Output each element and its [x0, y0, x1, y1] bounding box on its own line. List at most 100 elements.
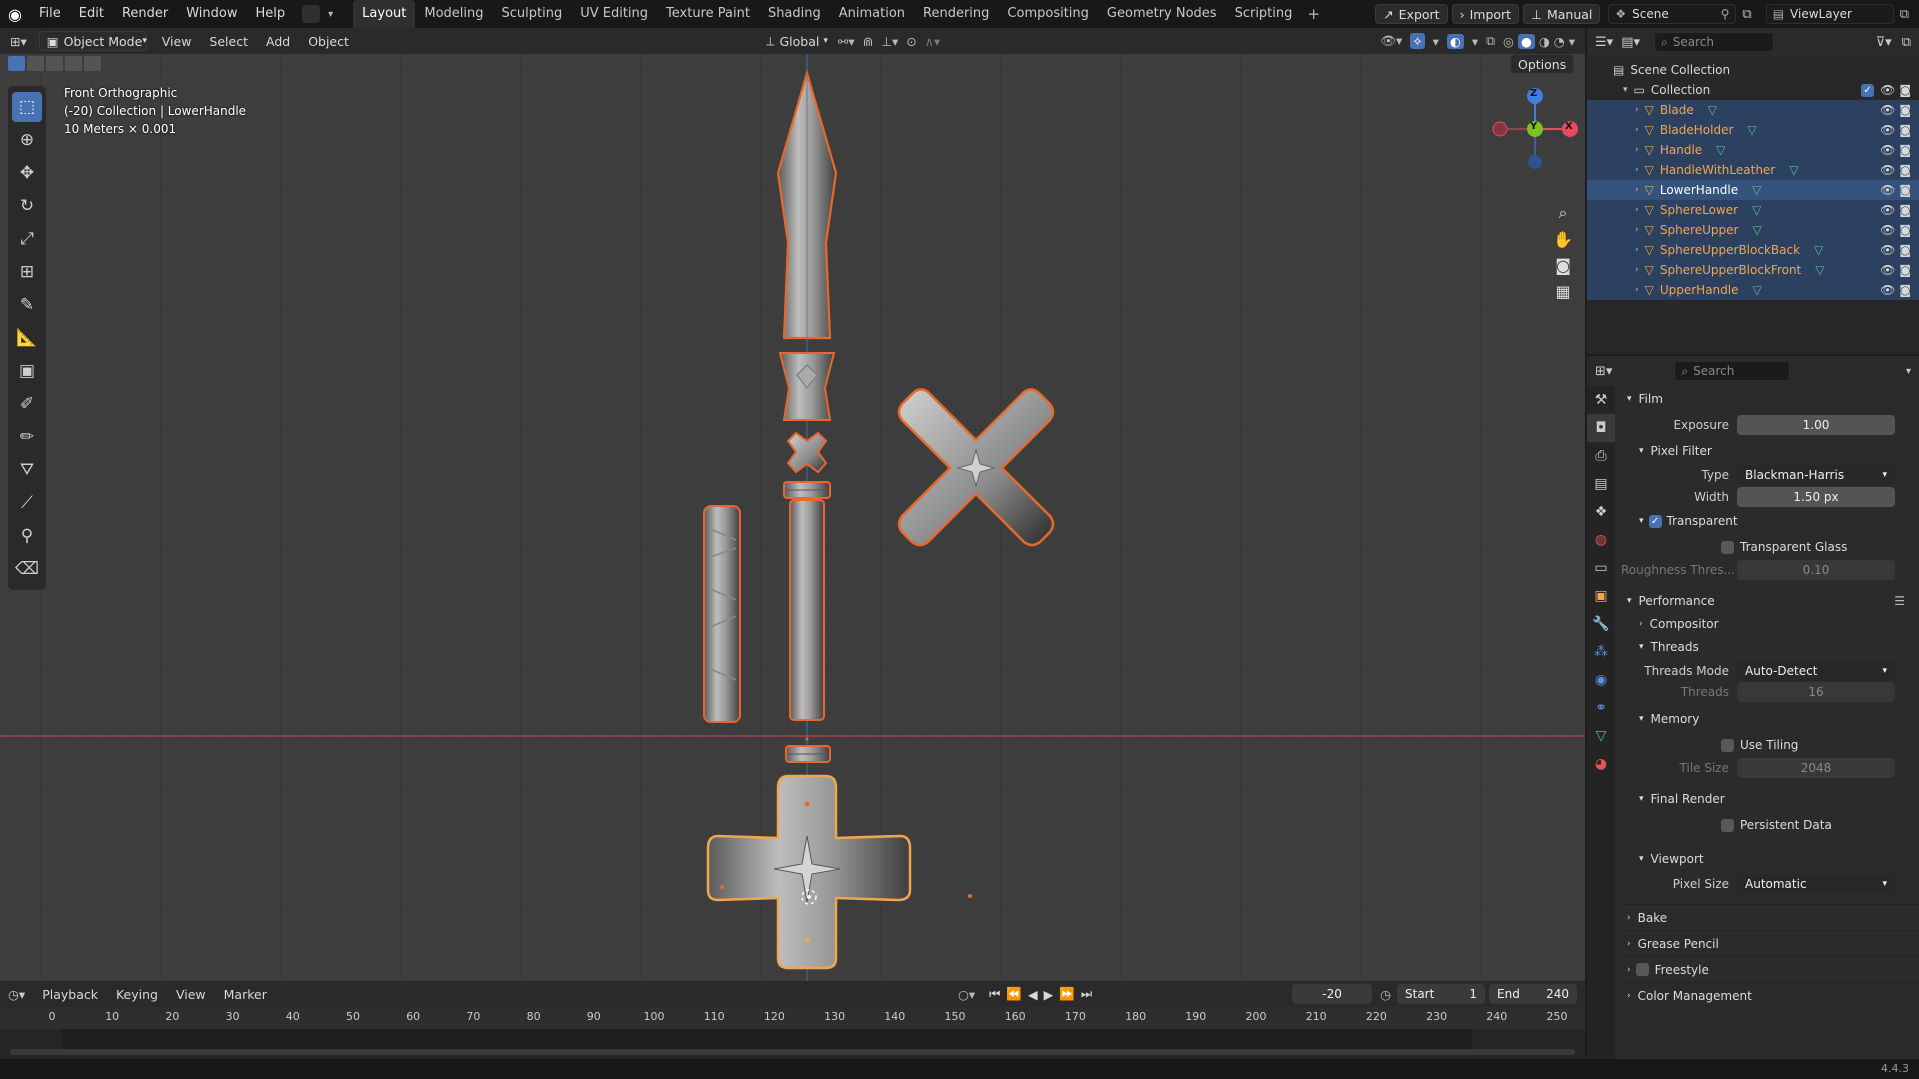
mesh-data-icon[interactable]: ▽ — [1814, 243, 1880, 257]
exposure-field[interactable]: 1.00 — [1737, 415, 1895, 435]
tab-geometry-nodes[interactable]: Geometry Nodes — [1098, 0, 1226, 28]
line-tool[interactable]: ⟋ — [12, 488, 42, 518]
tab-scripting[interactable]: Scripting — [1226, 0, 1302, 28]
outliner-object-label[interactable]: Blade — [1660, 103, 1694, 117]
expand-chevron-icon[interactable]: › — [1635, 285, 1639, 295]
outliner-object-label[interactable]: HandleWithLeather — [1660, 163, 1775, 177]
outliner-object-label[interactable]: SphereUpperBlockFront — [1660, 263, 1801, 277]
physics-tab-icon[interactable]: ◉ — [1587, 666, 1615, 694]
expand-chevron-icon[interactable]: ▾ — [1623, 85, 1628, 95]
expand-chevron-icon[interactable]: › — [1635, 165, 1639, 175]
eyedropper-tool[interactable]: ⚲ — [12, 521, 42, 551]
play-reverse-icon[interactable]: ◀ — [1028, 987, 1038, 1002]
menu-file[interactable]: File — [30, 0, 70, 28]
export-button[interactable]: ↗ Export — [1375, 4, 1448, 24]
outliner-object-label[interactable]: UpperHandle — [1660, 283, 1739, 297]
transparent-checkbox[interactable]: ✓ — [1648, 514, 1662, 528]
outliner-object-label[interactable]: LowerHandle — [1660, 183, 1738, 197]
overlay-menu-icon[interactable]: ▾ — [1472, 34, 1478, 49]
properties-search[interactable]: ⌕ Search — [1674, 361, 1791, 381]
expand-chevron-icon[interactable]: › — [1635, 185, 1639, 195]
measure-tool[interactable]: 📐 — [12, 323, 42, 353]
collection-include-checkbox[interactable]: ✓ — [1861, 83, 1875, 97]
xray-icon[interactable]: ⧉ — [1486, 33, 1495, 49]
snap-target-icon[interactable]: ⊥▾ — [881, 34, 898, 49]
viewport-menu-select[interactable]: Select — [200, 34, 257, 49]
grease-pencil-section[interactable]: › Grease Pencil — [1621, 930, 1919, 956]
viewport-section[interactable]: ▾ Viewport — [1621, 846, 1919, 872]
output-tab-icon[interactable]: ⎙ — [1587, 442, 1615, 470]
brush-tool[interactable]: ✏ — [12, 422, 42, 452]
transparent-glass-checkbox[interactable] — [1721, 540, 1734, 554]
solid-shading-icon[interactable]: ● — [1517, 33, 1535, 49]
jump-key-forward-icon[interactable]: ⏩ — [1059, 986, 1075, 1002]
pixel-filter-section[interactable]: ▾ Pixel Filter — [1621, 438, 1919, 464]
editor-type-icon[interactable]: ⊞▾ — [10, 34, 27, 49]
select-subtract-icon[interactable] — [46, 56, 63, 71]
tile-size-field[interactable]: 2048 — [1737, 758, 1895, 778]
scene-collection-row[interactable]: ▤ Scene Collection — [1587, 60, 1919, 80]
mode-selector[interactable]: ▣ Object Mode ▾ — [38, 31, 147, 51]
scale-tool[interactable]: ⤢ — [12, 224, 42, 254]
outliner-editor-icon[interactable]: ☰▾ — [1595, 35, 1613, 50]
pivot-icon[interactable]: ⚯▾ — [838, 34, 855, 49]
jump-key-back-icon[interactable]: ⏪ — [1006, 986, 1022, 1002]
select-intersect-icon[interactable] — [84, 56, 101, 71]
eye-icon[interactable]: 👁 — [1880, 163, 1895, 177]
expand-chevron-icon[interactable]: › — [1635, 225, 1639, 235]
color-management-section[interactable]: › Color Management — [1621, 982, 1919, 1008]
gizmo-toggle-icon[interactable]: ⟡ — [1410, 33, 1425, 49]
memory-section[interactable]: ▾ Memory — [1621, 706, 1919, 732]
frame-range-track[interactable] — [62, 1029, 1472, 1049]
zoom-icon[interactable]: ⌕ — [1550, 200, 1576, 226]
mesh-data-icon[interactable]: ▽ — [1752, 183, 1880, 197]
rotate-tool[interactable]: ↻ — [12, 191, 42, 221]
tab-modeling[interactable]: Modeling — [415, 0, 492, 28]
timeline-menu-keying[interactable]: Keying — [107, 987, 167, 1002]
mesh-data-icon[interactable]: ▽ — [1752, 203, 1880, 217]
camera-icon[interactable]: ◙ — [1899, 163, 1911, 177]
expand-chevron-icon[interactable]: › — [1635, 145, 1639, 155]
tab-animation[interactable]: Animation — [830, 0, 914, 28]
timeline-menu-view[interactable]: View — [167, 987, 215, 1002]
particles-tab-icon[interactable]: ⁂ — [1587, 638, 1615, 666]
tab-compositing[interactable]: Compositing — [998, 0, 1098, 28]
camera-icon[interactable]: ◙ — [1899, 123, 1911, 137]
bake-section[interactable]: › Bake — [1621, 904, 1919, 930]
camera-icon[interactable]: ◙ — [1899, 243, 1911, 257]
import-button[interactable]: › Import — [1451, 4, 1520, 24]
pan-hand-icon[interactable]: ✋ — [1550, 226, 1576, 252]
orientation-selector[interactable]: ⟂ Global ▾ — [766, 33, 828, 49]
pin-icon[interactable]: ⚲ — [1721, 7, 1730, 21]
3d-viewport[interactable]: Front Orthographic (-20) Collection | Lo… — [0, 28, 1585, 981]
eye-icon[interactable]: 👁 — [1880, 83, 1895, 97]
tab-layout[interactable]: Layout — [353, 0, 416, 28]
camera-icon[interactable]: ◙ — [1899, 263, 1911, 277]
outliner-object-row[interactable]: › ▽ HandleWithLeather ▽ 👁 ◙ — [1587, 160, 1919, 180]
new-view-layer-icon[interactable]: ⧉ — [1900, 7, 1909, 22]
auto-key-icon[interactable]: ○▾ — [958, 987, 975, 1002]
freestyle-checkbox[interactable] — [1635, 963, 1649, 976]
roughness-field[interactable]: 0.10 — [1737, 560, 1895, 580]
outliner-object-label[interactable]: Handle — [1660, 143, 1702, 157]
outliner-object-label[interactable]: SphereLower — [1660, 203, 1738, 217]
eye-icon[interactable]: 👁 — [1880, 183, 1895, 197]
annotate-tool[interactable]: ✎ — [12, 290, 42, 320]
filter-width-field[interactable]: 1.50 px — [1737, 487, 1895, 507]
view-layer-tab-icon[interactable]: ▤ — [1587, 470, 1615, 498]
modifier-tab-icon[interactable]: 🔧 — [1587, 610, 1615, 638]
freestyle-section[interactable]: › Freestyle — [1621, 956, 1919, 982]
threads-mode-dropdown[interactable]: Auto-Detect ▾ — [1737, 661, 1895, 681]
mesh-data-icon[interactable]: ▽ — [1815, 263, 1880, 277]
camera-icon[interactable]: ◙ — [1899, 103, 1911, 117]
viewport-canvas[interactable] — [0, 28, 1585, 981]
viewport-menu-add[interactable]: Add — [257, 34, 299, 49]
select-box-tool[interactable]: ⬚ — [12, 92, 42, 122]
outliner-object-label[interactable]: SphereUpper — [1660, 223, 1739, 237]
tab-sculpting[interactable]: Sculpting — [493, 0, 572, 28]
cursor-tool[interactable]: ⊕ — [12, 125, 42, 155]
outliner-object-label[interactable]: SphereUpperBlockBack — [1660, 243, 1800, 257]
mesh-data-icon[interactable]: ▽ — [1789, 163, 1880, 177]
draw-tool[interactable]: ✐ — [12, 389, 42, 419]
move-tool[interactable]: ✥ — [12, 158, 42, 188]
